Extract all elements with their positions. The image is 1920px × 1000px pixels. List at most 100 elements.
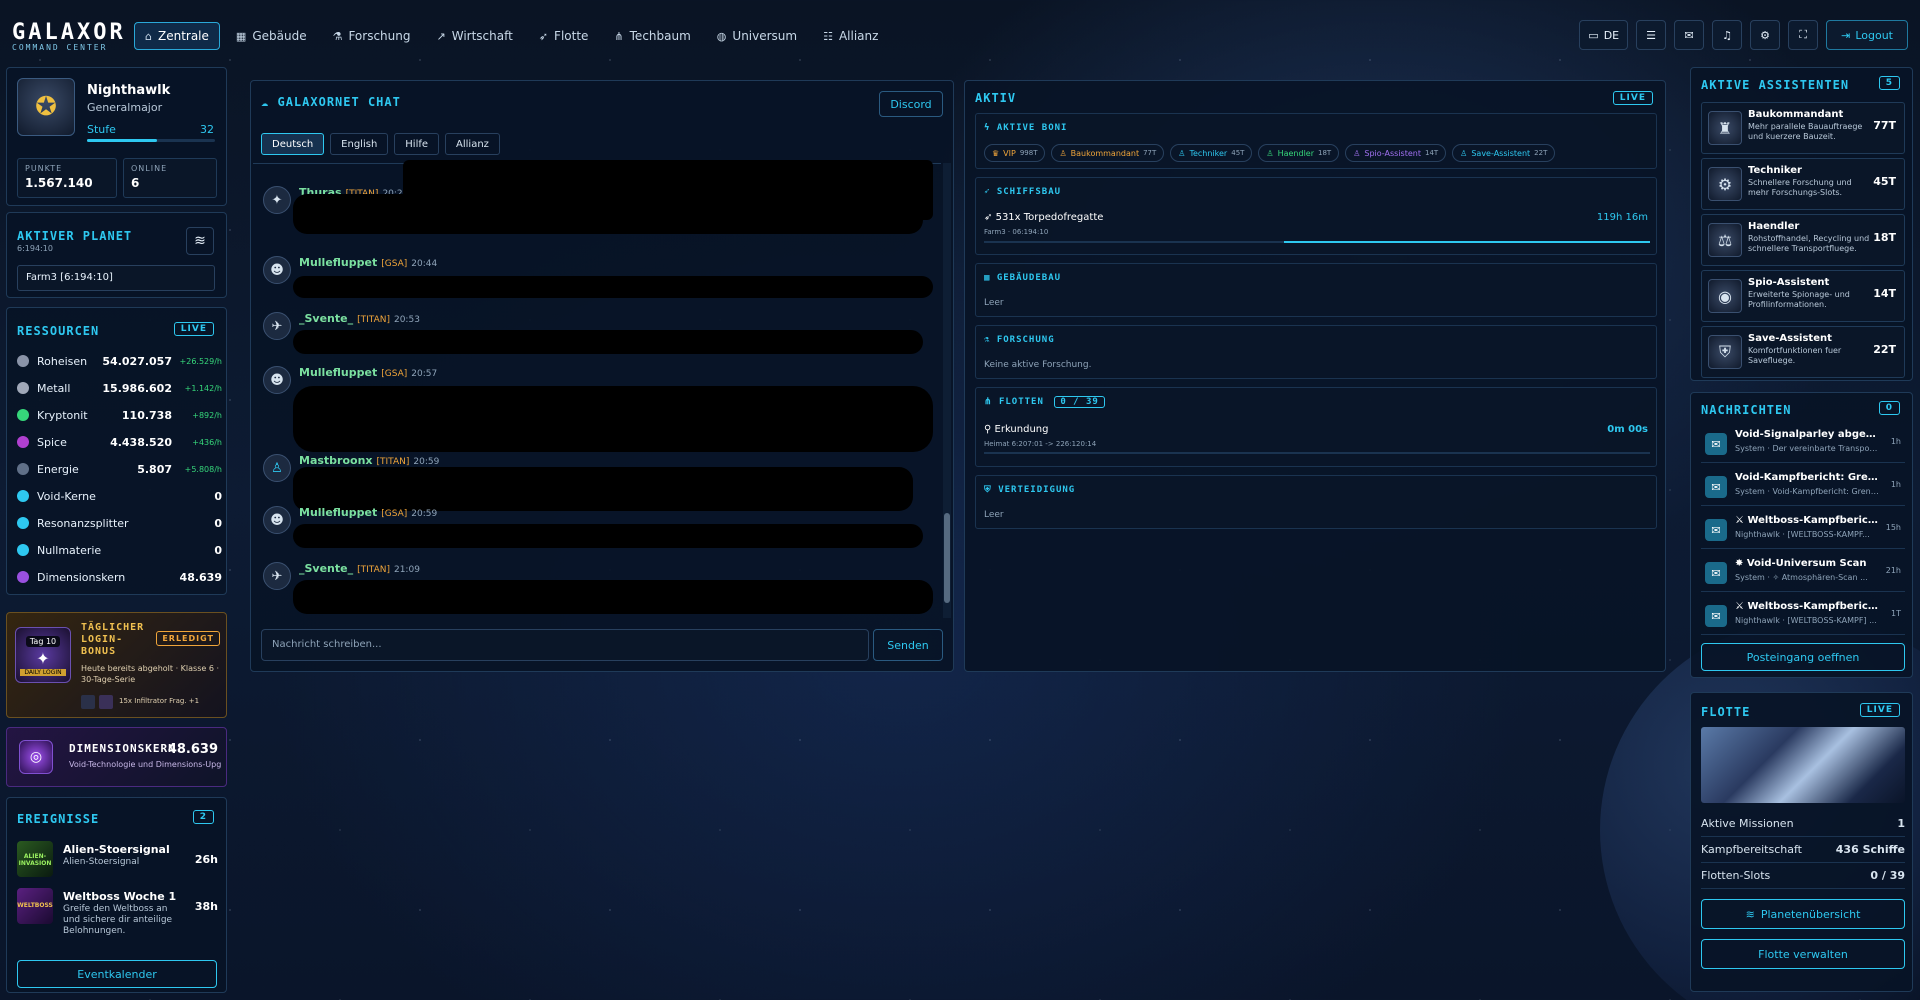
- building-icon: ▦: [984, 273, 991, 283]
- resource-icon: [17, 490, 29, 502]
- user-avatar[interactable]: ☻: [263, 506, 291, 534]
- redacted-content: [293, 580, 933, 614]
- bonus-time: 18T: [1318, 149, 1332, 157]
- reward-icon: [81, 695, 95, 709]
- nav-techbaum[interactable]: ⋔ Techbaum: [604, 22, 700, 50]
- fullscreen-button[interactable]: ⛶: [1788, 20, 1819, 50]
- message-title: ⚔ Weltboss-Kampfbericht — ...: [1735, 601, 1880, 612]
- app-logo[interactable]: GALAXOR COMMAND CENTER: [12, 20, 126, 52]
- planet-switch-button[interactable]: ≋: [186, 227, 214, 255]
- tab-allianz[interactable]: Allianz: [445, 133, 500, 155]
- fleet-mission[interactable]: ⚲ Erkundung: [984, 424, 1048, 435]
- rank-emblem-icon: ✪: [35, 92, 57, 122]
- events-title: EREIGNISSE: [17, 812, 100, 826]
- event-title: Alien-Stoersignal: [63, 843, 170, 856]
- event-time: 38h: [194, 900, 218, 913]
- mail-button[interactable]: ✉: [1674, 20, 1705, 50]
- user-avatar[interactable]: ✈: [263, 312, 291, 340]
- dimension-core-panel[interactable]: ◎ DIMENSIONSKERN 48.639 Void-Technologie…: [6, 727, 227, 787]
- resource-row: Spice 4.438.520 +436/h: [17, 431, 222, 453]
- login-bonus-panel[interactable]: Tag 10 ✦ DAILY LOGIN TÄGLICHER LOGIN-BON…: [6, 612, 227, 718]
- user-avatar[interactable]: ✈: [263, 562, 291, 590]
- bonus-label: Techniker: [1189, 148, 1228, 158]
- chat-panel: ☁ GALAXORNET CHAT Discord Deutsch Englis…: [250, 80, 954, 672]
- message-author[interactable]: Mastbroonx: [299, 454, 373, 467]
- message-author[interactable]: Mullefluppet: [299, 256, 377, 269]
- resource-row: Roheisen 54.027.057 +26.529/h: [17, 350, 222, 372]
- chat-scrollbar[interactable]: [943, 163, 951, 618]
- assistant-title: Save-Assistent: [1748, 333, 1832, 344]
- player-rank: Generalmajor: [87, 101, 163, 114]
- resource-row: Kryptonit 110.738 +892/h: [17, 404, 222, 426]
- nav-forschung[interactable]: ⚗ Forschung: [323, 22, 421, 50]
- tab-hilfe[interactable]: Hilfe: [394, 133, 440, 155]
- discord-button[interactable]: Discord: [879, 91, 943, 117]
- message-item[interactable]: ✉ ⚔ Weltboss-Kampfbericht ... Nighthawlk…: [1701, 511, 1905, 549]
- message-item[interactable]: ✉ ⚔ Weltboss-Kampfbericht — ... Nighthaw…: [1701, 597, 1905, 635]
- language-button[interactable]: ▭ DE: [1579, 20, 1629, 50]
- nav-wirtschaft[interactable]: ↗ Wirtschaft: [427, 22, 523, 50]
- messages-count-badge: 0: [1878, 401, 1900, 415]
- fleet-stat-value: 436 Schiffe: [1835, 843, 1905, 856]
- assistant-item[interactable]: ♜ Baukommandant Mehr parallele Bauauftra…: [1701, 102, 1905, 154]
- bonus-chip[interactable]: ♙ Save-Assistent 22T: [1452, 144, 1556, 162]
- open-inbox-button[interactable]: Posteingang oeffnen: [1701, 643, 1905, 671]
- nav-allianz[interactable]: ☷ Allianz: [813, 22, 888, 50]
- user-avatar[interactable]: ☻: [263, 256, 291, 284]
- tab-deutsch[interactable]: Deutsch: [261, 133, 325, 155]
- resource-rate: +5.808/h: [184, 464, 222, 474]
- nav-zentrale[interactable]: ⌂ Zentrale: [134, 22, 220, 50]
- bonus-chip[interactable]: ♙ Baukommandant 77T: [1051, 144, 1165, 162]
- event-item[interactable]: WELTBOSS Weltboss Woche 1 Greife den Wel…: [17, 888, 222, 936]
- chat-input[interactable]: Nachricht schreiben...: [261, 629, 869, 661]
- resource-icon: [17, 571, 29, 583]
- bonus-chip[interactable]: ♙ Techniker 45T: [1170, 144, 1253, 162]
- nav-gebaeude[interactable]: ▦ Gebäude: [226, 22, 317, 50]
- message-author[interactable]: Mullefluppet: [299, 366, 377, 379]
- chat-messages[interactable]: ✦ Thuras[TITAN]20:26 ☻ Mullefluppet[GSA]…: [253, 160, 941, 618]
- planet-overview-button[interactable]: ≋ Planetenübersicht: [1701, 899, 1905, 929]
- bonus-chip[interactable]: ♙ Spio-Assistent 14T: [1345, 144, 1447, 162]
- defense-title: VERTEIDIGUNG: [998, 485, 1076, 495]
- bell-icon: ♫: [1722, 28, 1733, 42]
- message-item[interactable]: ✉ Void-Kampfbericht: Grenzpat... System …: [1701, 468, 1905, 506]
- message-author[interactable]: _Svente_: [299, 562, 353, 575]
- message-time: 20:59: [413, 457, 440, 467]
- resource-icon: [17, 355, 29, 367]
- notifications-button[interactable]: ♫: [1712, 20, 1743, 50]
- assistant-item[interactable]: ⚖ Haendler Rohstoffhandel, Recycling und…: [1701, 214, 1905, 266]
- message-item[interactable]: ✉ Void-Signalparley abgeschlo... System …: [1701, 425, 1905, 463]
- assistant-item[interactable]: ◉ Spio-Assistent Erweiterte Spionage- un…: [1701, 270, 1905, 322]
- user-avatar[interactable]: ✦: [263, 186, 291, 214]
- tab-english[interactable]: English: [330, 133, 389, 155]
- resource-row: Energie 5.807 +5.808/h: [17, 458, 222, 480]
- assistant-item[interactable]: ⛨ Save-Assistent Komfortfunktionen fuer …: [1701, 326, 1905, 378]
- resource-value: 5.807: [137, 462, 172, 476]
- message-author[interactable]: _Svente_: [299, 312, 353, 325]
- settings-button[interactable]: ⚙: [1750, 20, 1781, 50]
- envelope-icon: ✉: [1705, 519, 1727, 541]
- planet-select[interactable]: Farm3 [6:194:10]: [17, 265, 215, 291]
- message-author[interactable]: Mullefluppet: [299, 506, 377, 519]
- assistant-title: Baukommandant: [1748, 109, 1844, 120]
- nav-flotte[interactable]: ➶ Flotte: [529, 22, 599, 50]
- assistant-portrait: ⛨: [1708, 335, 1742, 369]
- user-avatar[interactable]: ☻: [263, 366, 291, 394]
- manage-fleet-button[interactable]: Flotte verwalten: [1701, 939, 1905, 969]
- bonus-chip[interactable]: ♛ VIP 998T: [984, 144, 1046, 162]
- scrollbar-thumb[interactable]: [944, 513, 950, 603]
- send-button[interactable]: Senden: [873, 629, 943, 661]
- section-title-wrap: ⛨ VERTEIDIGUNG: [984, 485, 1075, 495]
- shipyard-section: ➶ SCHIFFSBAU ➶ 531x Torpedofregatte 119h…: [975, 177, 1657, 255]
- event-calendar-button[interactable]: Eventkalender: [17, 960, 217, 988]
- bonus-chip[interactable]: ♙ Haendler 18T: [1258, 144, 1340, 162]
- nav-universum[interactable]: ◍ Universum: [707, 22, 807, 50]
- assistant-item[interactable]: ⚙ Techniker Schnellere Forschung und meh…: [1701, 158, 1905, 210]
- message-item[interactable]: ✉ ✸ Void-Universum Scan System · ✧ Atmos…: [1701, 554, 1905, 592]
- avatar[interactable]: ✪: [17, 78, 75, 136]
- event-item[interactable]: ALIEN-INVASION Alien-Stoersignal Alien-S…: [17, 841, 222, 881]
- user-avatar[interactable]: ♙: [263, 454, 291, 482]
- bonus-label: Save-Assistent: [1471, 148, 1531, 158]
- logout-button[interactable]: ⇥ Logout: [1826, 20, 1908, 50]
- menu-button[interactable]: ☰: [1636, 20, 1667, 50]
